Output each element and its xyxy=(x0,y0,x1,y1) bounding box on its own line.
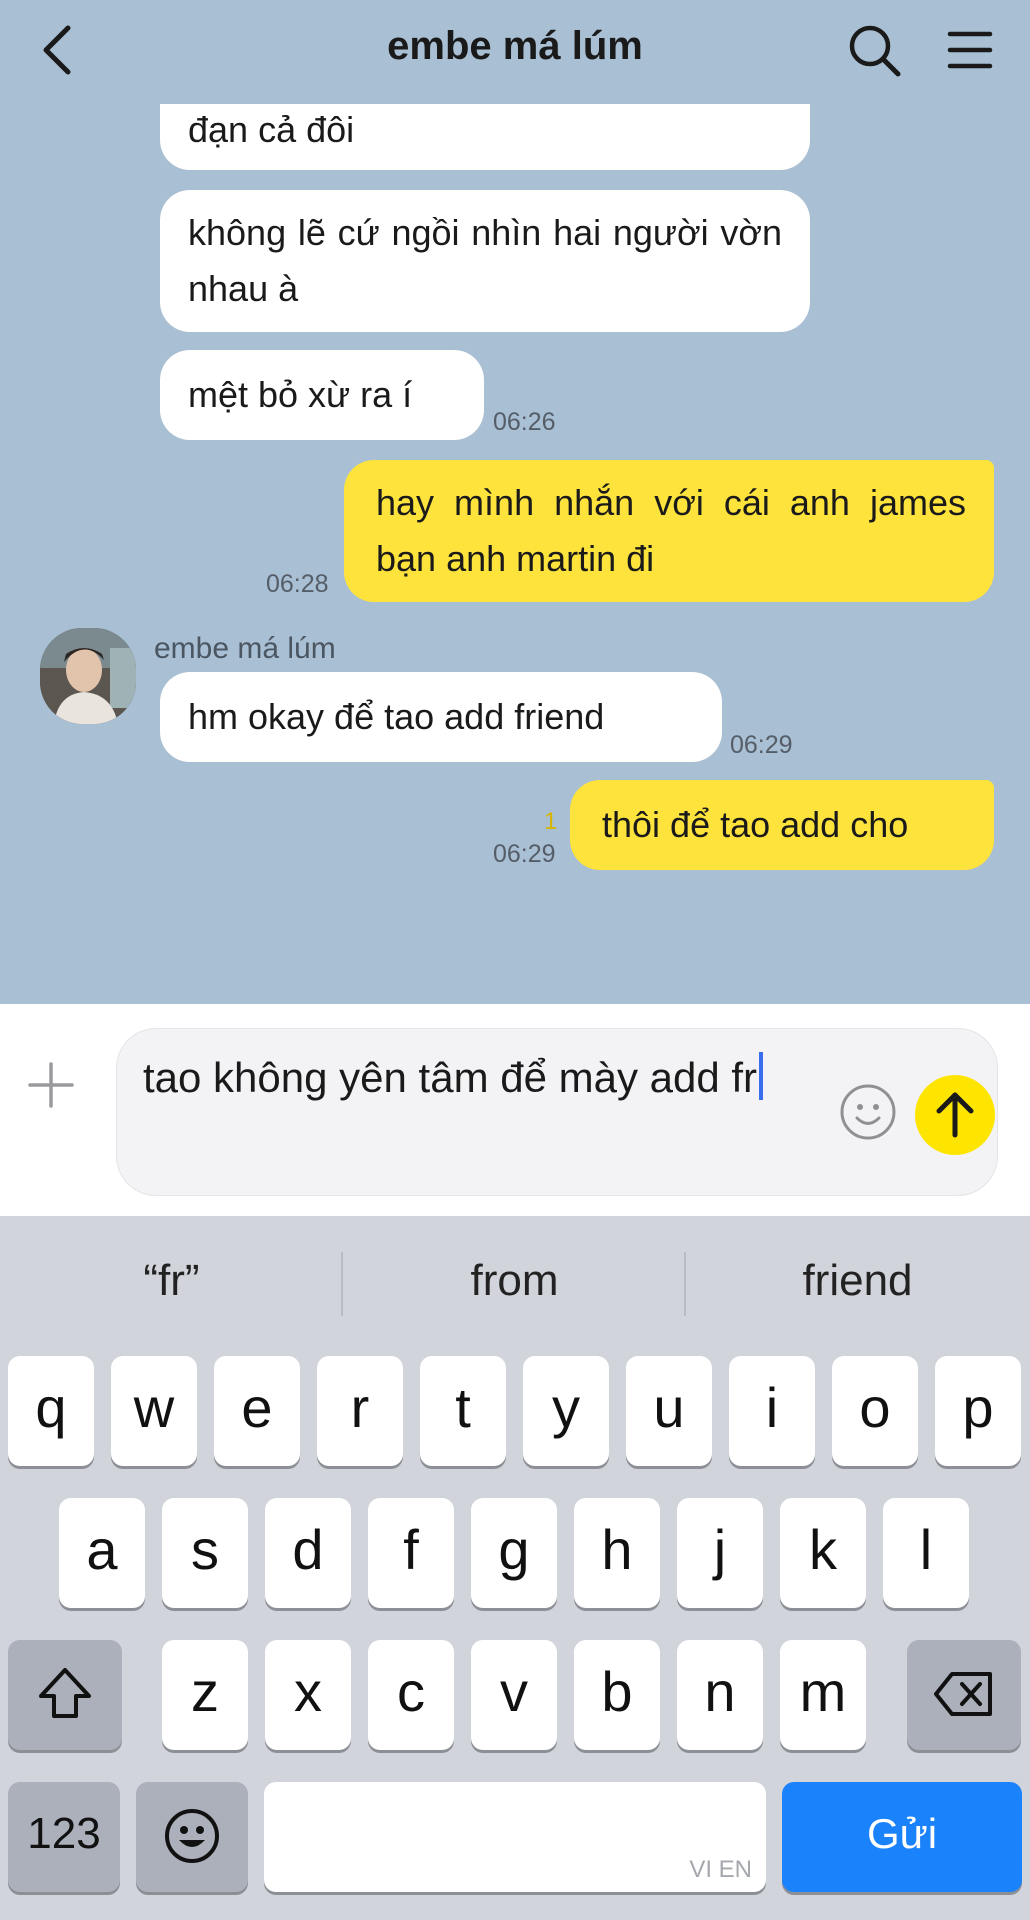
avatar-photo xyxy=(40,628,136,724)
key-j[interactable]: j xyxy=(677,1498,763,1608)
send-key[interactable]: Gửi xyxy=(782,1782,1022,1892)
key-f[interactable]: f xyxy=(368,1498,454,1608)
backspace-icon xyxy=(934,1672,992,1716)
language-hint: VI EN xyxy=(689,1856,752,1883)
message-timestamp: 06:26 xyxy=(493,408,556,436)
key-d[interactable]: d xyxy=(265,1498,351,1608)
key-y[interactable]: y xyxy=(523,1356,609,1466)
backspace-key[interactable] xyxy=(907,1640,1021,1750)
suggestion-item[interactable]: “fr” xyxy=(0,1256,343,1306)
suggestion-item[interactable]: from xyxy=(343,1256,686,1306)
message-input-text[interactable]: tao không yên tâm để mày add fr xyxy=(143,1047,813,1109)
key-k[interactable]: k xyxy=(780,1498,866,1608)
key-b[interactable]: b xyxy=(574,1640,660,1750)
suggestion-bar: “fr” from friend xyxy=(0,1216,1030,1352)
key-i[interactable]: i xyxy=(729,1356,815,1466)
shift-key[interactable] xyxy=(8,1640,122,1750)
send-button[interactable] xyxy=(915,1075,995,1155)
arrow-up-icon xyxy=(936,1092,974,1138)
message-text: đạn cả đôi xyxy=(188,109,355,150)
menu-button[interactable] xyxy=(944,26,996,74)
chat-header: embe má lúm xyxy=(0,0,1030,104)
key-u[interactable]: u xyxy=(626,1356,712,1466)
attach-button[interactable] xyxy=(24,1058,78,1112)
contact-avatar[interactable] xyxy=(40,628,136,724)
smiley-icon xyxy=(840,1084,896,1140)
message-timestamp: 06:29 xyxy=(730,731,793,759)
text-caret xyxy=(759,1052,764,1100)
message-input[interactable]: tao không yên tâm để mày add fr xyxy=(116,1028,998,1196)
unread-count: 1 xyxy=(544,808,558,835)
key-v[interactable]: v xyxy=(471,1640,557,1750)
typed-text: tao không yên tâm để mày add fr xyxy=(143,1054,758,1101)
key-n[interactable]: n xyxy=(677,1640,763,1750)
message-text: hm okay để tao add friend xyxy=(188,696,605,737)
key-e[interactable]: e xyxy=(214,1356,300,1466)
key-s[interactable]: s xyxy=(162,1498,248,1608)
plus-icon xyxy=(28,1062,74,1108)
search-icon xyxy=(849,25,901,77)
key-c[interactable]: c xyxy=(368,1640,454,1750)
message-text: mệt bỏ xừ ra í xyxy=(188,374,413,415)
key-z[interactable]: z xyxy=(162,1640,248,1750)
shift-icon xyxy=(39,1668,91,1718)
emoji-key[interactable] xyxy=(136,1782,248,1892)
key-m[interactable]: m xyxy=(780,1640,866,1750)
message-bubble-incoming[interactable]: không lẽ cứ ngồi nhìn hai người vờn nhau… xyxy=(160,190,810,332)
message-bubble-incoming[interactable]: mệt bỏ xừ ra í xyxy=(160,350,484,440)
emoji-button[interactable] xyxy=(839,1083,897,1141)
key-x[interactable]: x xyxy=(265,1640,351,1750)
key-t[interactable]: t xyxy=(420,1356,506,1466)
message-bubble-incoming[interactable]: hm okay để tao add friend xyxy=(160,672,722,762)
suggestion-item[interactable]: friend xyxy=(686,1256,1029,1306)
message-text: không lẽ cứ ngồi nhìn hai người vờn nhau… xyxy=(188,212,782,309)
key-w[interactable]: w xyxy=(111,1356,197,1466)
message-text: thôi để tao add cho xyxy=(602,804,909,845)
message-timestamp: 06:28 xyxy=(266,570,329,598)
key-q[interactable]: q xyxy=(8,1356,94,1466)
message-text: hay mình nhắn với cái anh james bạn anh … xyxy=(376,482,966,579)
message-bubble-outgoing[interactable]: hay mình nhắn với cái anh james bạn anh … xyxy=(344,460,994,602)
hamburger-menu-icon xyxy=(947,31,993,69)
search-button[interactable] xyxy=(846,22,902,78)
chat-area: đạn cả đôi không lẽ cứ ngồi nhìn hai ngư… xyxy=(0,0,1030,1004)
key-h[interactable]: h xyxy=(574,1498,660,1608)
key-g[interactable]: g xyxy=(471,1498,557,1608)
key-l[interactable]: l xyxy=(883,1498,969,1608)
numbers-key[interactable]: 123 xyxy=(8,1782,120,1892)
message-bubble-outgoing[interactable]: thôi để tao add cho xyxy=(570,780,994,870)
sender-name: embe má lúm xyxy=(154,632,336,665)
key-a[interactable]: a xyxy=(59,1498,145,1608)
key-o[interactable]: o xyxy=(832,1356,918,1466)
key-p[interactable]: p xyxy=(935,1356,1021,1466)
space-key[interactable]: VI EN xyxy=(264,1782,766,1892)
message-timestamp: 06:29 xyxy=(493,840,556,868)
key-r[interactable]: r xyxy=(317,1356,403,1466)
composer: tao không yên tâm để mày add fr xyxy=(0,1004,1030,1216)
emoji-icon xyxy=(165,1809,219,1863)
keyboard: “fr” from friend q w e r t y u i o p a s… xyxy=(0,1216,1030,1920)
